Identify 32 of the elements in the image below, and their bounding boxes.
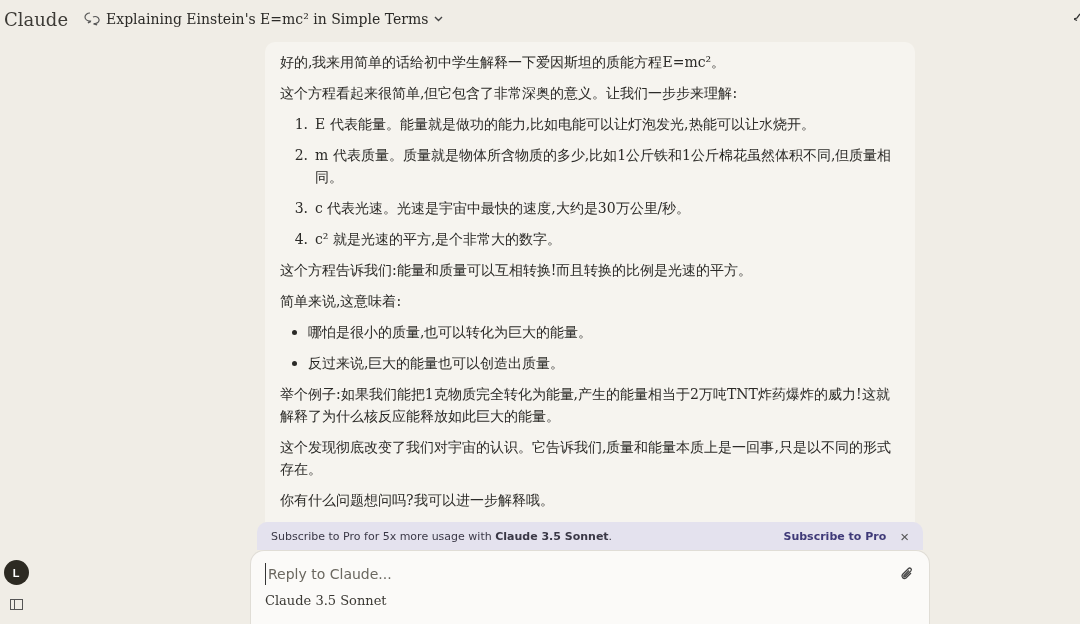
list-number: 3. — [293, 199, 308, 218]
message-paragraph: 举个例子:如果我们能把1克物质完全转化为能量,产生的能量相当于2万吨TNT炸药爆炸的威力!这就解释了为什么核反应能释放如此巨大的能量。 — [280, 385, 891, 426]
message-paragraph: 简单来说,这意味着: — [280, 292, 403, 311]
list-item-text: 哪怕是很小的质量,也可以转化为巨大的能量。 — [308, 323, 593, 342]
message-paragraph: 这个发现彻底改变了我们对宇宙的认识。它告诉我们,质量和能量本质上是一回事,只是以不同的形式存在。 — [280, 438, 892, 479]
bullet-dot — [292, 330, 297, 335]
list-item-text: E 代表能量。能量就是做功的能力,比如电能可以让灯泡发光,热能可以让水烧开。 — [315, 115, 815, 134]
list-item-text: c² 就是光速的平方,是个非常大的数字。 — [315, 230, 562, 249]
message-paragraph: 这个方程告诉我们:能量和质量可以互相转换!而且转换的比例是光速的平方。 — [280, 261, 754, 280]
chevron-down-icon — [434, 16, 444, 22]
model-selector[interactable]: Claude 3.5 Sonnet — [265, 593, 387, 608]
bullet-dot — [292, 361, 297, 366]
brand-logo[interactable]: Claude — [4, 8, 69, 30]
message-paragraph: 这个方程看起来很简单,但它包含了非常深奥的意义。让我们一步步来理解: — [280, 84, 739, 103]
reply-input-field[interactable]: Reply to Claude... — [265, 563, 899, 585]
list-number: 1. — [293, 115, 308, 134]
subscribe-link[interactable]: Subscribe to Pro — [783, 529, 887, 543]
message-paragraph: 好的,我来用简单的话给初中学生解释一下爱因斯坦的质能方程E=mc²。 — [280, 53, 727, 72]
message-paragraph: 你有什么问题想问吗?我可以进一步解释哦。 — [280, 491, 555, 510]
upgrade-message: Subscribe to Pro for 5x more usage with Claude 3.5 Sonnet. — [271, 529, 614, 543]
user-avatar[interactable]: L — [3, 560, 29, 585]
list-item-text: c 代表光速。光速是宇宙中最快的速度,大约是30万公里/秒。 — [315, 199, 691, 218]
paperclip-icon[interactable] — [899, 566, 915, 582]
list-item-text: 反过来说,巨大的能量也可以创造出质量。 — [308, 354, 565, 373]
list-number: 2. — [293, 146, 308, 165]
conversation-title[interactable]: Explaining Einstein's E=mc² in Simple Terms — [84, 11, 444, 27]
chat-bubbles-icon — [84, 12, 101, 26]
list-item-text: m 代表质量。质量就是物体所含物质的多少,比如1公斤铁和1公斤棉花虽然体积不同,但质量相同。 — [315, 146, 893, 187]
reply-box[interactable]: Reply to Claude... Claude 3.5 Sonnet — [250, 550, 930, 624]
list-number: 4. — [293, 230, 308, 249]
sidebar-toggle-icon[interactable] — [9, 599, 23, 610]
close-button[interactable]: × — [900, 527, 909, 545]
